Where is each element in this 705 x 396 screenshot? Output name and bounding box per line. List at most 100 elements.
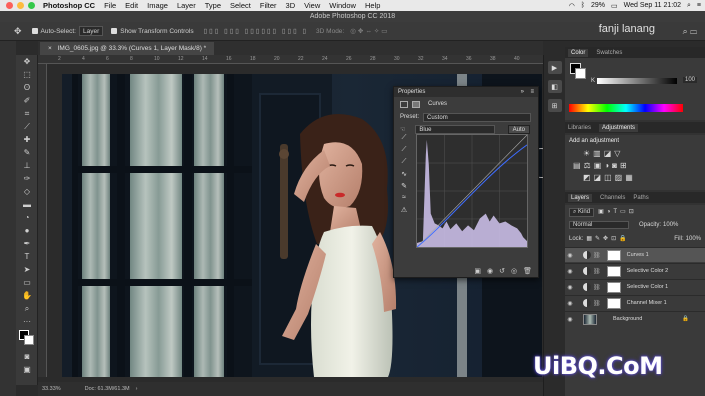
history-brush-tool-icon[interactable]: ✑ xyxy=(16,172,38,185)
doc-info[interactable]: Doc: 61.3M/61.3M xyxy=(85,386,130,392)
opacity-value[interactable]: 100% xyxy=(663,222,678,228)
channel-dropdown[interactable]: Blue xyxy=(415,124,496,134)
layer-name[interactable]: Selective Color 2 xyxy=(627,268,669,274)
move-tool-icon[interactable]: ✥ xyxy=(14,26,22,37)
bg-swatch[interactable] xyxy=(575,68,586,79)
shape-tool-icon[interactable]: ▭ xyxy=(16,276,38,289)
preset-dropdown[interactable]: Custom xyxy=(423,112,532,122)
zoom-button[interactable] xyxy=(28,2,35,9)
target-adjust-icon[interactable]: ☜ xyxy=(400,126,405,133)
more-tools-icon[interactable]: ··· xyxy=(16,315,38,328)
quick-select-tool-icon[interactable]: ✐ xyxy=(16,94,38,107)
adjust-toggle-icon[interactable]: ⊞ xyxy=(547,99,562,112)
mask-icon[interactable] xyxy=(412,100,420,108)
menu-edit[interactable]: Edit xyxy=(125,1,138,10)
visibility-eye-icon[interactable]: ◉ xyxy=(565,300,575,307)
screen-mode-icon[interactable]: ▣ xyxy=(16,363,38,376)
show-transform-checkbox[interactable] xyxy=(111,28,118,34)
history-icon[interactable]: ▶ xyxy=(547,61,562,74)
wifi-icon[interactable]: ◠ xyxy=(569,2,575,10)
k-value[interactable]: 100 xyxy=(683,77,698,83)
menu-image[interactable]: Image xyxy=(147,1,168,10)
layer-row-channel-mixer-1[interactable]: ◉ ⛓ Channel Mixer 1 xyxy=(565,295,705,310)
zoom-level[interactable]: 33.33% xyxy=(42,386,61,392)
visibility-icon[interactable]: ◎ xyxy=(511,267,517,275)
visibility-eye-icon[interactable]: ◉ xyxy=(565,268,575,275)
white-point-eyedropper-icon[interactable]: ⟋ xyxy=(398,158,410,170)
tab-swatches[interactable]: Swatches xyxy=(596,50,622,56)
menu-layer[interactable]: Layer xyxy=(177,1,196,10)
battery-icon[interactable]: ▭ xyxy=(611,2,618,10)
hand-tool-icon[interactable]: ✋ xyxy=(16,289,38,302)
eyedropper-tool-icon[interactable]: ⟋ xyxy=(16,120,38,133)
dodge-tool-icon[interactable]: ● xyxy=(16,224,38,237)
status-arrow-icon[interactable]: › xyxy=(136,386,138,392)
menu-type[interactable]: Type xyxy=(205,1,221,10)
adjustment-icons-row-1[interactable]: ☀▥◪▽ xyxy=(583,149,623,158)
layer-name[interactable]: Background xyxy=(613,316,642,322)
lock-icons[interactable]: ▦✎✥⊡🔒 xyxy=(586,235,629,242)
notifications-icon[interactable]: ≡ xyxy=(697,2,701,9)
tab-layers[interactable]: Layers xyxy=(568,193,593,202)
user-name[interactable]: fanji lanang xyxy=(599,23,655,35)
panel-menu-icon[interactable]: ≡ xyxy=(530,87,534,97)
auto-button[interactable]: Auto xyxy=(507,124,530,134)
move-tool-icon[interactable]: ✥ xyxy=(16,55,38,68)
k-slider[interactable] xyxy=(597,78,677,84)
auto-select-checkbox[interactable] xyxy=(31,28,38,34)
view-previous-icon[interactable]: ◉ xyxy=(487,267,493,275)
layer-row-selective-color-1[interactable]: ◉ ⛓ Selective Color 1 xyxy=(565,279,705,294)
close-button[interactable] xyxy=(6,2,13,9)
color-swatches[interactable] xyxy=(16,328,38,350)
background-thumbnail[interactable] xyxy=(583,313,597,325)
delete-icon[interactable]: 🗑 xyxy=(523,267,532,275)
properties-toggle-icon[interactable]: ◧ xyxy=(547,80,562,93)
background-color[interactable] xyxy=(24,335,34,345)
menu-help[interactable]: Help xyxy=(365,1,380,10)
filter-icons[interactable]: ▣◑T▭⊡ xyxy=(598,208,637,217)
pencil-draw-icon[interactable]: ✎ xyxy=(398,182,410,194)
color-spectrum[interactable] xyxy=(569,104,683,112)
smooth-curve-icon[interactable]: ≈ xyxy=(398,194,410,206)
marquee-tool-icon[interactable]: ⬚ xyxy=(16,68,38,81)
layer-row-background[interactable]: ◉ Background 🔒 xyxy=(565,311,705,326)
layer-mask-thumbnail[interactable] xyxy=(606,281,621,293)
tab-color[interactable]: Color xyxy=(568,48,589,57)
zoom-tool-icon[interactable]: ⌕ xyxy=(16,302,38,315)
3d-mode-icons[interactable]: ◎✥⇔✧▭ xyxy=(350,27,389,35)
bluetooth-icon[interactable]: ᛒ xyxy=(581,2,585,9)
stamp-tool-icon[interactable]: ⊥ xyxy=(16,159,38,172)
adjustment-icons-row-2[interactable]: ▤⚖▣◑◙⊞ xyxy=(573,161,630,170)
layer-mask-thumbnail[interactable] xyxy=(606,249,621,261)
menu-view[interactable]: View xyxy=(304,1,320,10)
gradient-tool-icon[interactable]: ▬ xyxy=(16,198,38,211)
pen-tool-icon[interactable]: ✒ xyxy=(16,237,38,250)
menu-select[interactable]: Select xyxy=(230,1,251,10)
menu-filter[interactable]: Filter xyxy=(260,1,277,10)
menu-window[interactable]: Window xyxy=(329,1,356,10)
reset-icon[interactable]: ↺ xyxy=(499,267,505,275)
search-icon[interactable]: ⌕ ▭ xyxy=(683,26,697,37)
close-tab-icon[interactable]: × xyxy=(48,45,52,52)
menu-file[interactable]: File xyxy=(104,1,116,10)
blur-tool-icon[interactable]: ◔ xyxy=(16,211,38,224)
tab-adjustments[interactable]: Adjustments xyxy=(599,123,639,132)
tab-channels[interactable]: Channels xyxy=(600,195,625,201)
tab-paths[interactable]: Paths xyxy=(633,195,648,201)
blend-mode-dropdown[interactable]: Normal xyxy=(569,221,629,229)
datetime[interactable]: Wed Sep 11 21:02 xyxy=(624,2,681,9)
layer-row-selective-color-2[interactable]: ◉ ⛓ Selective Color 2 xyxy=(565,263,705,278)
search-icon[interactable]: ⌕ xyxy=(687,2,691,10)
visibility-eye-icon[interactable]: ◉ xyxy=(565,284,575,291)
tab-libraries[interactable]: Libraries xyxy=(568,125,591,131)
layer-name[interactable]: Channel Mixer 1 xyxy=(627,300,667,306)
auto-select-dropdown[interactable]: Layer xyxy=(78,26,104,36)
minimize-button[interactable] xyxy=(17,2,24,9)
fill-value[interactable]: 100% xyxy=(686,236,701,242)
crop-tool-icon[interactable]: ⌗ xyxy=(16,107,38,120)
layer-row-curves-1[interactable]: ◉ ⛓ Curves 1 xyxy=(565,247,705,262)
document-tab[interactable]: × IMG_0605.jpg @ 33.3% (Curves 1, Layer … xyxy=(40,42,215,55)
menu-3d[interactable]: 3D xyxy=(286,1,296,10)
align-buttons[interactable]: ▯▯▯ ▯▯▯ ▯▯▯▯▯▯ ▯▯▯ ▯ xyxy=(204,27,308,35)
filter-kind-dropdown[interactable]: ⌕ Kind xyxy=(569,208,595,217)
